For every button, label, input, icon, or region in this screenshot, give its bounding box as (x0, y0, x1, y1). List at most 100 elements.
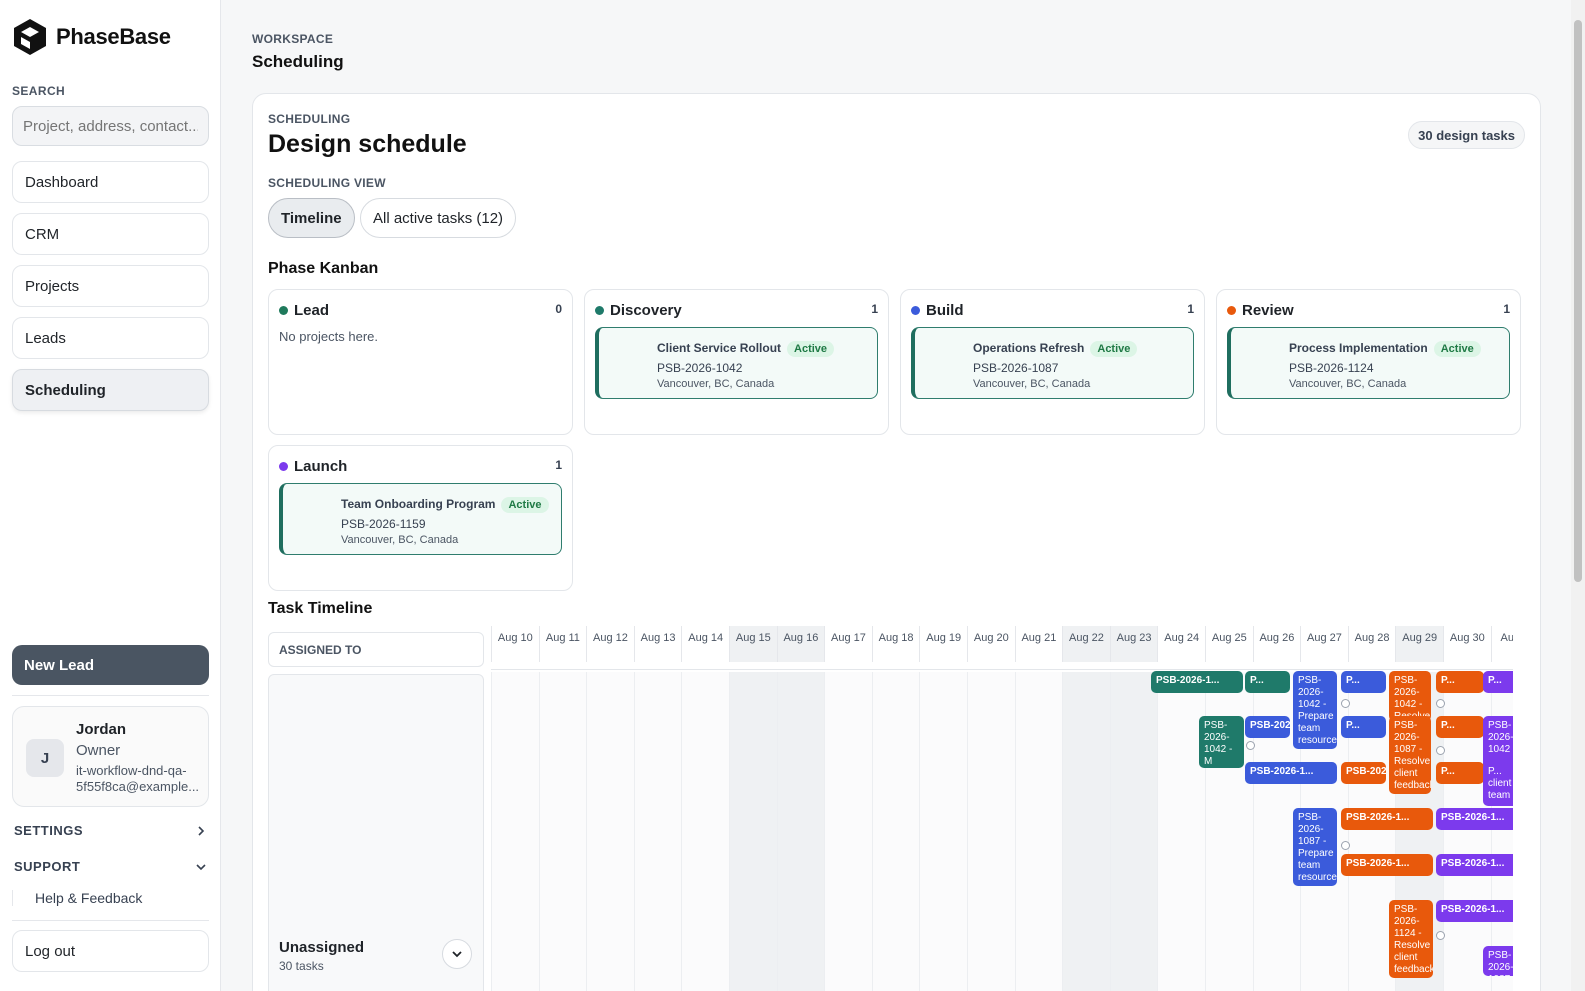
dependency-handle[interactable] (1436, 746, 1445, 755)
task-bar[interactable]: PSB-2026-1... (1341, 808, 1433, 830)
task-bar[interactable]: PSB-2026-1087 - Prepare team resources (1293, 808, 1337, 886)
user-email-line2: 5f55f8ca@example... (76, 779, 200, 794)
day-header: Aug 20 (967, 626, 1015, 662)
search-label: SEARCH (12, 84, 66, 98)
phase-count: 1 (555, 458, 562, 472)
task-bar[interactable]: P... (1436, 716, 1484, 738)
status-dot (279, 462, 288, 471)
task-bar[interactable]: P... (1341, 716, 1386, 738)
task-bar[interactable]: PSB-2026-1042 - Prepare team resources (1293, 671, 1337, 749)
project-id: PSB-2026-1087 (973, 361, 1059, 375)
breadcrumb: WORKSPACE (252, 32, 334, 46)
task-bar[interactable]: PSB-2026 (1245, 716, 1290, 738)
support-label: SUPPORT (14, 859, 81, 874)
app-name: PhaseBase (56, 24, 171, 49)
day-header: Aug 24 (1157, 626, 1205, 662)
day-column (871, 672, 920, 991)
project-card[interactable]: Team Onboarding Program Active PSB-2026-1… (279, 483, 562, 555)
logout-button[interactable]: Log out (12, 930, 209, 972)
collapse-group-button[interactable] (442, 939, 472, 969)
project-name: Operations Refresh Active (973, 341, 1138, 357)
kanban-title: Phase Kanban (268, 260, 379, 277)
phase-name: Build (926, 302, 964, 319)
status-dot (279, 306, 288, 315)
task-bar[interactable]: P... (1483, 671, 1513, 693)
task-bar[interactable]: PSB-2026-1042 - M stakeholder responsi (1199, 716, 1244, 768)
task-bar[interactable]: P... (1245, 671, 1290, 693)
phase-column-review: Review 1 Process Implementation Active PS… (1216, 289, 1521, 435)
divider (12, 695, 209, 696)
phase-name: Review (1242, 302, 1294, 319)
timeline-title: Task Timeline (268, 600, 373, 617)
help-feedback-link[interactable]: Help & Feedback (12, 890, 209, 906)
nav-item-leads[interactable]: Leads (12, 317, 209, 359)
nav-item-projects[interactable]: Projects (12, 265, 209, 307)
dependency-handle[interactable] (1436, 699, 1445, 708)
nav-item-dashboard[interactable]: Dashboard (12, 161, 209, 203)
new-lead-button[interactable]: New Lead (12, 645, 209, 685)
dependency-handle[interactable] (1341, 841, 1350, 850)
support-menu[interactable]: SUPPORT (14, 859, 207, 874)
day-header: Aug 28 (1347, 626, 1396, 662)
task-bar[interactable]: PSB-2026-1087 (1483, 946, 1513, 976)
task-bar[interactable]: P... (1341, 671, 1386, 693)
dependency-handle[interactable] (1436, 931, 1445, 940)
tab-all-active-tasks[interactable]: All active tasks (12) (360, 198, 517, 238)
status-dot (1227, 306, 1236, 315)
page-scrollbar[interactable] (1571, 0, 1585, 991)
user-email-line1: it-workflow-dnd-qa- (76, 763, 187, 778)
task-bar[interactable]: PSB-2026 (1341, 762, 1386, 784)
panel-title: Design schedule (268, 130, 467, 158)
project-location: Vancouver, BC, Canada (657, 378, 775, 390)
app-logo[interactable]: PhaseBase (12, 18, 171, 56)
assigned-to-header: ASSIGNED TO (268, 632, 484, 667)
user-card[interactable]: J Jordan Owner it-workflow-dnd-qa- 5f55f… (12, 706, 209, 807)
user-email: it-workflow-dnd-qa- 5f55f8ca@example... (76, 763, 204, 795)
day-header: Aug 14 (681, 626, 729, 662)
day-header: Aug 22 (1062, 626, 1110, 662)
timeline-grid[interactable]: Aug 10 Aug 11 Aug 12 Aug 13 Aug 14 Aug 15 Aug … (491, 626, 1513, 991)
phase-count: 1 (871, 302, 878, 316)
day-column (1109, 672, 1158, 991)
dependency-handle[interactable] (1341, 699, 1350, 708)
settings-menu[interactable]: SETTINGS (14, 823, 207, 838)
scrollbar-thumb[interactable] (1574, 20, 1582, 582)
project-location: Vancouver, BC, Canada (1289, 378, 1407, 390)
project-name: Team Onboarding Program Active (341, 497, 549, 513)
task-bar[interactable]: P... (1436, 762, 1484, 784)
phase-count: 0 (555, 302, 562, 316)
task-bar[interactable]: P... (1436, 671, 1484, 693)
project-card[interactable]: Operations Refresh Active PSB-2026-1087 V… (911, 327, 1194, 399)
project-location: Vancouver, BC, Canada (973, 378, 1091, 390)
phase-name: Discovery (610, 302, 682, 319)
day-column (1062, 672, 1110, 991)
task-bar[interactable]: PSB-2026-1... (1341, 854, 1433, 876)
day-column (681, 672, 729, 991)
task-bar[interactable]: PSB-2026-1... (1151, 671, 1243, 693)
task-bar[interactable]: PSB-2026-1124 - Resolve client feedback (1389, 900, 1433, 978)
day-column (729, 672, 777, 991)
avatar: J (26, 739, 64, 777)
nav-item-scheduling[interactable]: Scheduling (12, 369, 209, 411)
tab-timeline[interactable]: Timeline (268, 198, 355, 238)
task-bar[interactable]: PSB-2026-1087 - Resolve client feedback (1389, 716, 1431, 794)
project-card[interactable]: Client Service Rollout Active PSB-2026-10… (595, 327, 878, 399)
settings-label: SETTINGS (14, 823, 84, 838)
assignee-column: Unassigned 30 tasks (268, 674, 484, 991)
task-bar[interactable]: PSB-2026-1... (1436, 900, 1513, 922)
nav-item-crm[interactable]: CRM (12, 213, 209, 255)
phase-column-lead: Lead 0 No projects here. (268, 289, 573, 435)
task-bar[interactable]: PSB-2026-1042 - Resolve (1389, 671, 1431, 721)
task-bar[interactable]: P... client team (1483, 762, 1513, 806)
task-bar[interactable]: PSB-2026-1... (1245, 762, 1337, 784)
phase-header: Review (1227, 302, 1294, 319)
task-bar[interactable]: PSB-2026-1... (1436, 808, 1513, 830)
task-bar[interactable]: PSB-2026-1... (1436, 854, 1513, 876)
day-column (538, 672, 587, 991)
divider (12, 920, 209, 921)
dependency-handle[interactable] (1246, 741, 1255, 750)
project-id: PSB-2026-1159 (341, 517, 426, 531)
project-card[interactable]: Process Implementation Active PSB-2026-11… (1227, 327, 1510, 399)
day-header: Aug 16 (776, 626, 825, 662)
search-input[interactable] (12, 106, 209, 146)
